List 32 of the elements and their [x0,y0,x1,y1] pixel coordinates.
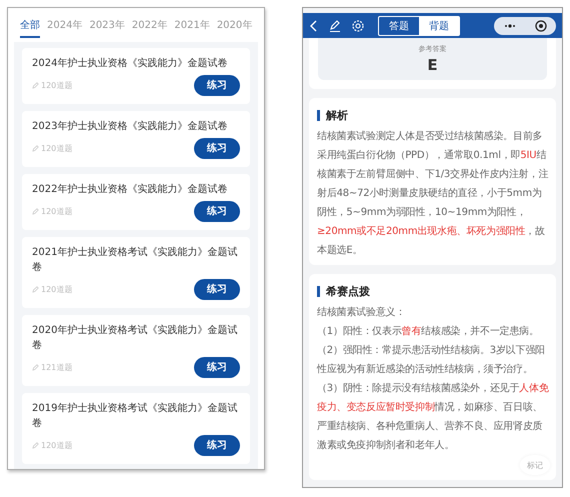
explanation-paragraph: 结核菌素试验意义： [317,306,406,320]
question-count: 120道题 [32,440,72,450]
exam-title: 2019年护士执业资格考试《实践能力》金题试卷 [32,402,238,431]
practice-button[interactable]: 练习 [194,278,240,300]
practice-button[interactable]: 练习 [194,200,240,222]
exam-title: 2024年护士执业资格《实践能力》金题试卷 [32,56,228,71]
year-tab[interactable]: 全部 [20,18,40,38]
practice-button[interactable]: 练习 [194,356,240,378]
question-count: 120道题 [32,284,72,294]
section-title: 解析 [317,110,550,121]
practice-button[interactable]: 练习 [194,74,240,96]
exam-title: 2021年护士执业资格考试《实践能力》金题试卷 [32,246,238,275]
explanation-paragraph: 结核菌素试验测定人体是否受过结核菌感染。目前多采用纯蛋白衍化物（PPD），通常取0.1ml，即5IU结核菌素于左前臂屈侧中、下1/3交界处作皮内注射，注射后48~72小时测量皮肤硬结的直径，小于5mm为阴性，5~9mm为弱阳性，10~19mm为阳性， ≥20mm或不足20mm出现水疱、坏死为强阳性，故本题选E。 [317,130,550,258]
practice-button[interactable]: 练习 [194,138,240,158]
question-count: 121道题 [32,362,72,372]
exam-title: 2022年护士执业资格《实践能力》金题试卷 [32,182,228,197]
explanation-paragraph: （1）阳性：仅表示曾有结核感染，并不一定患病。 [317,324,540,339]
answer-value: E [427,56,438,74]
question-count: 120道题 [32,206,72,216]
capsule-menu[interactable] [494,16,556,34]
practice-button[interactable]: 练习 [194,434,240,456]
target-icon [535,20,547,32]
explanation-paragraph: （2）强阳性：常提示患活动性结核病。3岁以下强阳性应视为有新近感染的活动性结核病，须予治疗。 [317,344,546,377]
question-count: 120道题 [32,142,72,154]
section-title: 希赛点拨 [317,286,550,297]
exam-title: 2020年护士执业资格考试《实践能力》金题试卷 [32,324,238,353]
exam-title: 2023年护士执业资格《实践能力》金题试卷 [32,120,228,134]
mode-tab[interactable]: 答题 [379,16,419,34]
question-count: 120道题 [32,80,72,90]
more-icon [503,22,517,28]
mode-tab[interactable]: 背题 [419,16,459,34]
explanation-paragraph: （3）阴性：除提示没有结核菌感染外，还见于人体免疫力、变态反应暂时受抑制情况，如麻疹、百日咳、严重结核病、各种危重病人、营养不良、应用肾皮质激素或免疫抑制剂者和老年人。 [317,382,550,453]
